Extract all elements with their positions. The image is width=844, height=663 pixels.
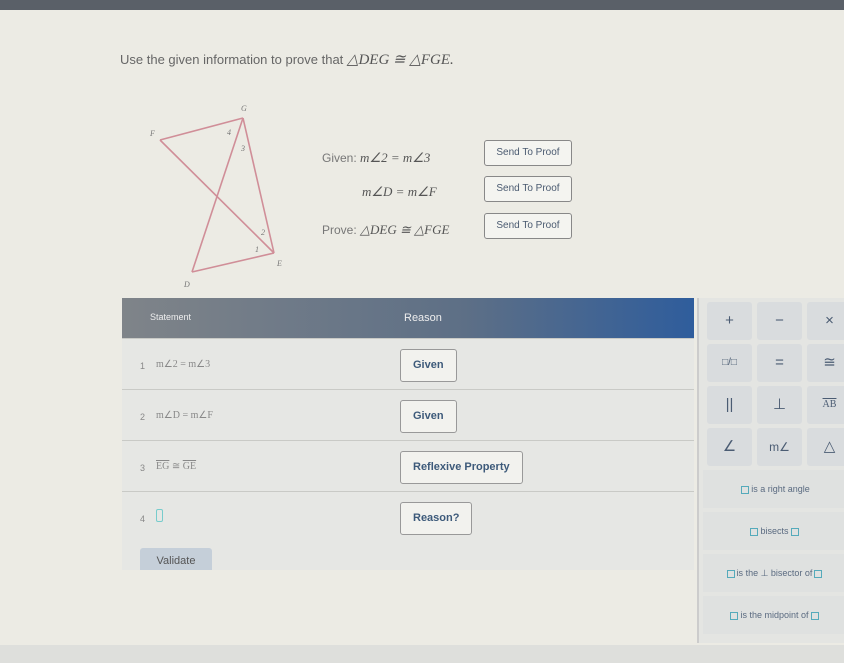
statement-input-slot[interactable] [156,509,163,522]
phrase-label: is the midpoint of [740,610,809,620]
minus-button[interactable]: − [757,302,802,340]
slot-icon [726,569,735,578]
angle-label-1: 1 [255,245,259,254]
header-reason: Reason [404,312,442,324]
bottom-bar [0,645,844,663]
segment-button[interactable]: AB [807,386,844,424]
fraction-button[interactable]: □/□ [707,344,752,382]
prove-label: Prove: [322,223,357,237]
slot-icon [741,485,750,494]
given-1-expr: m∠2 = m∠3 [360,150,431,165]
send-to-proof-button-2[interactable]: Send To Proof [484,176,572,202]
angle-label-2: 2 [261,228,265,237]
congruent-button[interactable]: ≅ [807,344,844,382]
symbol-palette: + − × □/□ = ≅ || ⊥ AB ∠ m∠ △ is a right … [697,298,844,643]
reason-button[interactable]: Reason? [400,502,473,535]
parallel-button[interactable]: || [707,386,752,424]
empty-slot-icon [156,509,163,522]
plus-button[interactable]: + [707,302,752,340]
given-1: Given: m∠2 = m∠3 [322,150,430,166]
row-number: 2 [140,412,146,422]
congruent-symbol: ≅ [171,461,181,472]
row-number: 3 [140,463,146,473]
equals-button[interactable]: = [757,344,802,382]
given-2-expr: m∠D = m∠F [362,184,437,199]
right-angle-button[interactable]: is a right angle [703,470,844,508]
slot-icon [750,527,759,536]
table-row: 4 Reason? [122,491,694,542]
triangle-button[interactable]: △ [807,428,844,466]
validate-button[interactable]: Validate [140,548,212,570]
angle-measure-button[interactable]: m∠ [757,428,802,466]
reason-button[interactable]: Given [400,400,457,433]
statement[interactable]: m∠D = m∠F [156,410,213,421]
angle-label-3: 3 [240,144,245,153]
slot-icon [814,569,823,578]
prove-expr: △DEG ≅ △FGE [360,222,450,237]
send-to-proof-button-3[interactable]: Send To Proof [484,213,572,239]
given-2: m∠D = m∠F [362,184,437,200]
header-statement: Statement [150,312,192,322]
prove-statement: Prove: △DEG ≅ △FGE [322,222,449,238]
proof-table: Statement Reason 1 m∠2 = m∠3 Given 2 m∠D… [122,298,694,570]
slot-icon [730,611,739,620]
perpendicular-bisector-button[interactable]: is the ⊥ bisector of [703,554,844,592]
row-number: 1 [140,361,146,371]
reason-button[interactable]: Given [400,349,457,382]
send-to-proof-button-1[interactable]: Send To Proof [484,140,572,166]
phrase-label: bisects [760,526,789,536]
table-row: 2 m∠D = m∠F Given [122,389,694,440]
label-g: G [241,104,247,113]
statement[interactable]: m∠2 = m∠3 [156,359,210,370]
slot-icon [810,611,819,620]
segment: EG [156,461,170,472]
times-button[interactable]: × [807,302,844,340]
slot-icon [790,527,799,536]
phrase-label: is the ⊥ bisector of [736,568,813,578]
table-row: 1 m∠2 = m∠3 Given [122,338,694,389]
angle-button[interactable]: ∠ [707,428,752,466]
given-label: Given: [322,151,357,165]
angle-label-4: 4 [227,128,231,137]
phrase-label: is a right angle [751,484,810,494]
row-number: 4 [140,514,146,524]
reason-button[interactable]: Reflexive Property [400,451,523,484]
statement[interactable]: EG ≅ GE [156,461,196,472]
perpendicular-button[interactable]: ⊥ [757,386,802,424]
table-row: 3 EG ≅ GE Reflexive Property [122,440,694,491]
label-e: E [276,259,282,268]
midpoint-button[interactable]: is the midpoint of [703,596,844,634]
label-f: F [149,129,155,138]
label-d: D [183,280,190,289]
bisects-button[interactable]: bisects [703,512,844,550]
table-header: Statement Reason [122,298,694,338]
segment: GE [182,461,197,472]
